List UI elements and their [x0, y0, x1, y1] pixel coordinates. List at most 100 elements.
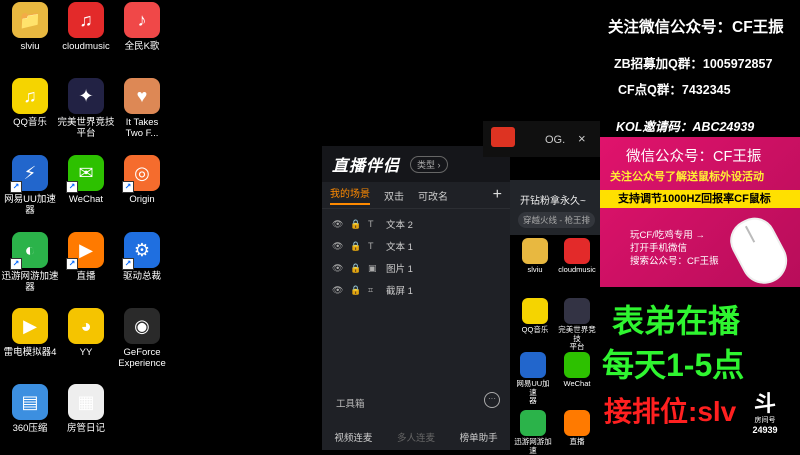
- source-item[interactable]: 👁 🔒 ▣ 图片 1: [322, 257, 510, 279]
- desktop-icon-label: 网易UU加速 器: [4, 194, 56, 216]
- app-icon: 📁: [12, 2, 48, 38]
- desktop-icon-label: Origin: [129, 194, 155, 205]
- video-link-button[interactable]: 视频连麦: [334, 430, 372, 444]
- type-button[interactable]: 类型 ›: [410, 155, 448, 173]
- ad-title: 微信公众号：CF王振: [626, 149, 762, 165]
- desktop-icon[interactable]: ⚡ ↗ 网易UU加速 器: [0, 155, 60, 216]
- desktop-icon-label: 房管日记: [66, 423, 105, 434]
- desktop-icon[interactable]: ◐ ↗ 迅游网游加速 器: [0, 232, 60, 293]
- tab-my-scene[interactable]: 我的场景: [330, 185, 370, 205]
- game-category-chip[interactable]: 穿越火线 - 枪王排: [518, 212, 596, 228]
- desktop-icon[interactable]: ▦ 房管日记: [56, 384, 116, 434]
- preview-icon-label: 网易UU加速 器: [516, 379, 550, 405]
- preview-app-icon: [522, 238, 548, 264]
- app-logo: 直播伴侣: [332, 158, 401, 175]
- preview-icon: cloudmusic: [558, 238, 596, 275]
- ad-yellow-banner: 支持调节1000HZ回报率CF鼠标: [600, 190, 800, 208]
- desktop-icon[interactable]: ◉ GeForce Experience: [112, 308, 172, 369]
- eye-icon[interactable]: 👁: [332, 263, 344, 274]
- app-icon: ✉ ↗: [66, 155, 104, 193]
- desktop-icon-label: 直播: [76, 271, 96, 282]
- ranked-booking-text: 接排位:slv: [604, 396, 737, 427]
- room-number: 24939: [752, 425, 778, 435]
- rank-helper-button[interactable]: 榜单助手: [460, 430, 498, 444]
- eye-icon[interactable]: 👁: [332, 285, 344, 296]
- mouse-ad-banner: 微信公众号：CF王振 关注公众号了解送鼠标外设活动 支持调节1000HZ回报率C…: [600, 137, 800, 287]
- mouse-icon: [725, 212, 793, 287]
- preview-icon-label: cloudmusic: [558, 265, 596, 274]
- preview-icon-label: 直播: [569, 437, 585, 446]
- cf-qq-text: CF点Q群：7432345: [618, 83, 731, 97]
- now-streaming-text: 表弟在播: [612, 303, 741, 339]
- preview-icon: 迅游网游加速: [514, 410, 552, 455]
- desktop-icon-label: 雷电模拟器4: [3, 347, 57, 358]
- preview-icon: WeChat: [558, 352, 596, 389]
- lock-icon[interactable]: 🔒: [350, 263, 362, 274]
- desktop-icon-label: QQ音乐: [13, 117, 47, 128]
- source-label: 截屏 1: [386, 286, 413, 297]
- source-label: 文本 2: [386, 220, 413, 231]
- scene-tabs: 我的场景 双击 可改名 +: [322, 182, 510, 209]
- eye-icon[interactable]: 👁: [332, 241, 344, 252]
- desktop-icon[interactable]: ▤ 360压缩: [0, 384, 60, 434]
- desktop-icon[interactable]: ◕ YY: [56, 308, 116, 358]
- room-logo-icon: 斗: [753, 391, 776, 416]
- preview-icon: 直播: [558, 410, 596, 447]
- preview-app-icon: [522, 298, 548, 324]
- tab-rename[interactable]: 可改名: [418, 188, 448, 203]
- desktop-icon[interactable]: ⚙ ↗ 驱动总裁: [112, 232, 172, 282]
- desktop-icon[interactable]: ♥ It Takes Two F...: [112, 78, 172, 139]
- lock-icon[interactable]: 🔒: [350, 219, 362, 230]
- shortcut-arrow-icon: ↗: [10, 181, 22, 193]
- source-item[interactable]: 👁 🔒 T 文本 1: [322, 235, 510, 257]
- shortcut-arrow-icon: ↗: [10, 258, 22, 270]
- app-icon: ⚙ ↗: [122, 232, 160, 270]
- schedule-text: 每天1-5点: [602, 347, 745, 383]
- desktop-icon[interactable]: 📁 slviu: [0, 2, 60, 52]
- lock-icon[interactable]: 🔒: [350, 285, 362, 296]
- tab-double-click[interactable]: 双击: [384, 188, 404, 203]
- desktop-icon-label: 完美世界竞技 平台: [57, 117, 115, 139]
- desktop-icon[interactable]: ♪ 全民K歌: [112, 2, 172, 52]
- more-icon[interactable]: ···: [484, 392, 500, 408]
- preview-icon: slviu: [516, 238, 554, 275]
- app-icon: ◐ ↗: [10, 232, 48, 270]
- desktop-icon[interactable]: ✦ 完美世界竞技 平台: [56, 78, 116, 139]
- desktop-icon-label: GeForce Experience: [118, 347, 166, 369]
- desktop-icon[interactable]: ◎ ↗ Origin: [112, 155, 172, 205]
- desktop-icon[interactable]: ♫ cloudmusic: [56, 2, 116, 52]
- desktop-icon-label: 迅游网游加速 器: [1, 271, 59, 293]
- source-item[interactable]: 👁 🔒 T 文本 2: [322, 213, 510, 235]
- lock-icon[interactable]: 🔒: [350, 241, 362, 252]
- source-item[interactable]: 👁 🔒 ⌗ 截屏 1: [322, 279, 510, 301]
- preview-app-icon: [564, 410, 590, 436]
- promo-text: 开钻粉拿永久~: [520, 196, 586, 207]
- desktop-icon-label: cloudmusic: [62, 41, 110, 52]
- app-icon: ⚡ ↗: [10, 155, 48, 193]
- app-icon: ◕: [68, 308, 104, 344]
- kol-code-text: KOL邀请码：ABC24939: [616, 120, 755, 134]
- preview-app-icon: [564, 298, 590, 324]
- recruit-qq-text: ZB招募加Q群：1005972857: [614, 57, 773, 71]
- og-label: OG.: [545, 134, 566, 146]
- desktop-icon[interactable]: ♫ QQ音乐: [0, 78, 60, 128]
- desktop-icon-label: 驱动总裁: [122, 271, 161, 282]
- app-icon: ▶ ↗: [66, 232, 104, 270]
- desktop-icon-label: slviu: [20, 41, 40, 52]
- add-scene-button[interactable]: +: [493, 186, 502, 204]
- multi-link-button[interactable]: 多人连麦: [397, 430, 435, 444]
- app-icon: ♪: [124, 2, 160, 38]
- app-icon: ◉: [124, 308, 160, 344]
- preview-icon-label: WeChat: [563, 379, 591, 388]
- text-icon: T: [368, 241, 374, 251]
- preview-icon-label: 完美世界竞技 平台: [558, 325, 596, 351]
- close-icon[interactable]: ×: [578, 131, 586, 146]
- desktop-icon[interactable]: ▶ ↗ 直播: [56, 232, 116, 282]
- desktop-icon[interactable]: ✉ ↗ WeChat: [56, 155, 116, 205]
- eye-icon[interactable]: 👁: [332, 219, 344, 230]
- live-companion-window[interactable]: 直播伴侣 类型 › 我的场景 双击 可改名 + 👁 🔒 T 文本 2 👁 🔒 T 文本 1 …: [322, 146, 510, 450]
- second-window-titlebar: OG. ×: [483, 121, 600, 157]
- screenshot-icon: ⌗: [368, 284, 374, 295]
- app-icon: ▦: [68, 384, 104, 420]
- desktop-icon[interactable]: ▶ 雷电模拟器4: [0, 308, 60, 358]
